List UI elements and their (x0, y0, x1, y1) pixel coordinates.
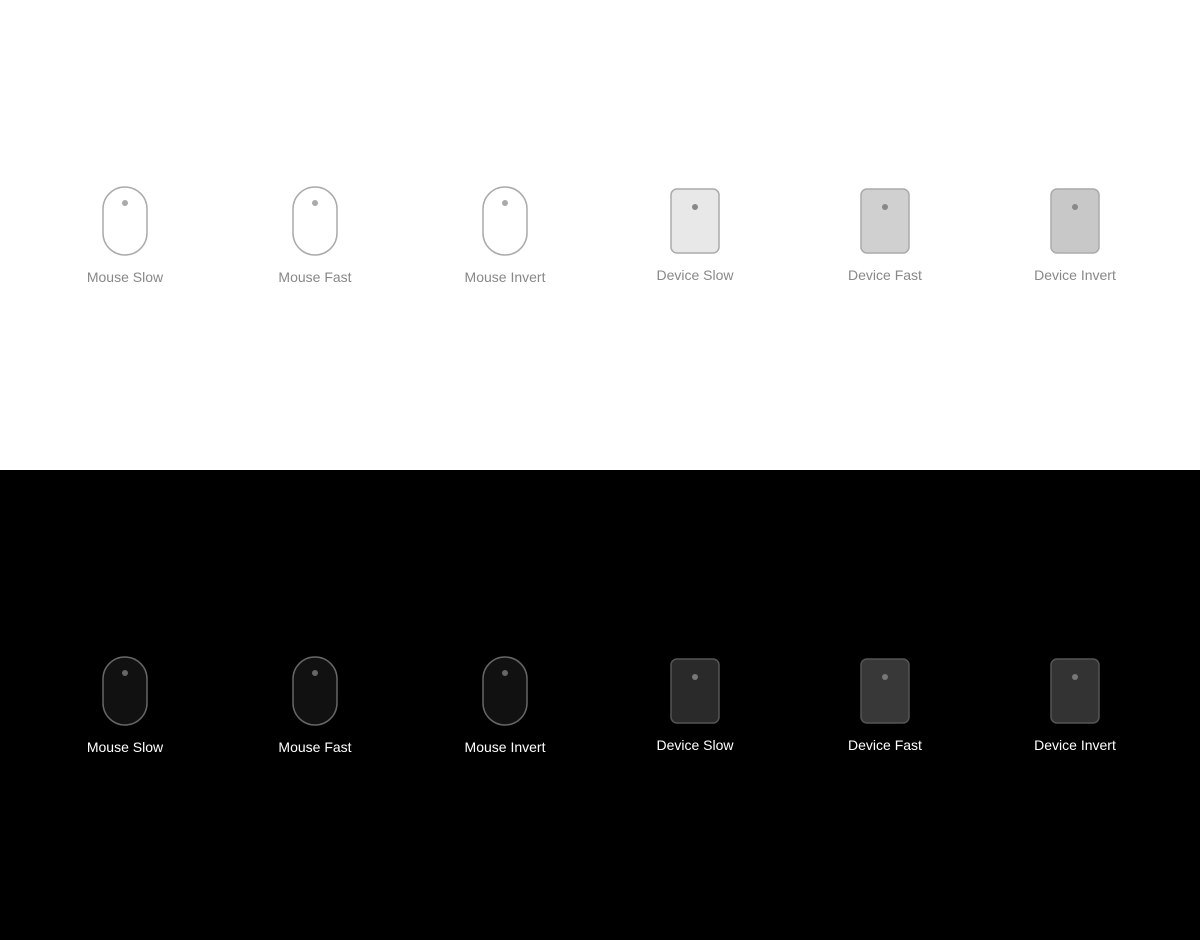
mouse-invert-dark-label: Mouse Invert (465, 739, 546, 755)
device-fast-light-label: Device Fast (848, 267, 922, 283)
device-slow-dark-item: Device Slow (600, 657, 790, 753)
mouse-invert-light-item: Mouse Invert (410, 185, 600, 285)
bottom-section: Mouse Slow Mouse Fast Mouse Invert (0, 470, 1200, 940)
device-fast-dark-item: Device Fast (790, 657, 980, 753)
device-invert-light-icon (1049, 187, 1101, 255)
mouse-fast-light-item: Mouse Fast (220, 185, 410, 285)
device-fast-light-icon (859, 187, 911, 255)
device-slow-light-label: Device Slow (656, 267, 733, 283)
device-fast-dark-icon (859, 657, 911, 725)
device-invert-dark-icon (1049, 657, 1101, 725)
mouse-fast-dark-label: Mouse Fast (278, 739, 351, 755)
device-slow-dark-label: Device Slow (656, 737, 733, 753)
mouse-fast-dark-item: Mouse Fast (220, 655, 410, 755)
mouse-fast-light-icon (291, 185, 339, 257)
device-invert-dark-label: Device Invert (1034, 737, 1116, 753)
device-slow-dark-icon (669, 657, 721, 725)
device-invert-light-item: Device Invert (980, 187, 1170, 283)
device-slow-light-icon (669, 187, 721, 255)
mouse-fast-light-label: Mouse Fast (278, 269, 351, 285)
top-section: Mouse Slow Mouse Fast Mouse Invert (0, 0, 1200, 470)
mouse-slow-dark-label: Mouse Slow (87, 739, 163, 755)
top-icons-row: Mouse Slow Mouse Fast Mouse Invert (30, 185, 1170, 285)
bottom-icons-row: Mouse Slow Mouse Fast Mouse Invert (30, 655, 1170, 755)
mouse-invert-light-label: Mouse Invert (465, 269, 546, 285)
device-fast-dark-label: Device Fast (848, 737, 922, 753)
mouse-fast-dark-icon (291, 655, 339, 727)
mouse-slow-light-item: Mouse Slow (30, 185, 220, 285)
device-invert-light-label: Device Invert (1034, 267, 1116, 283)
mouse-slow-light-icon (101, 185, 149, 257)
device-fast-light-item: Device Fast (790, 187, 980, 283)
device-slow-light-item: Device Slow (600, 187, 790, 283)
mouse-slow-dark-item: Mouse Slow (30, 655, 220, 755)
device-invert-dark-item: Device Invert (980, 657, 1170, 753)
mouse-invert-dark-item: Mouse Invert (410, 655, 600, 755)
mouse-slow-dark-icon (101, 655, 149, 727)
mouse-invert-dark-icon (481, 655, 529, 727)
mouse-slow-light-label: Mouse Slow (87, 269, 163, 285)
mouse-invert-light-icon (481, 185, 529, 257)
